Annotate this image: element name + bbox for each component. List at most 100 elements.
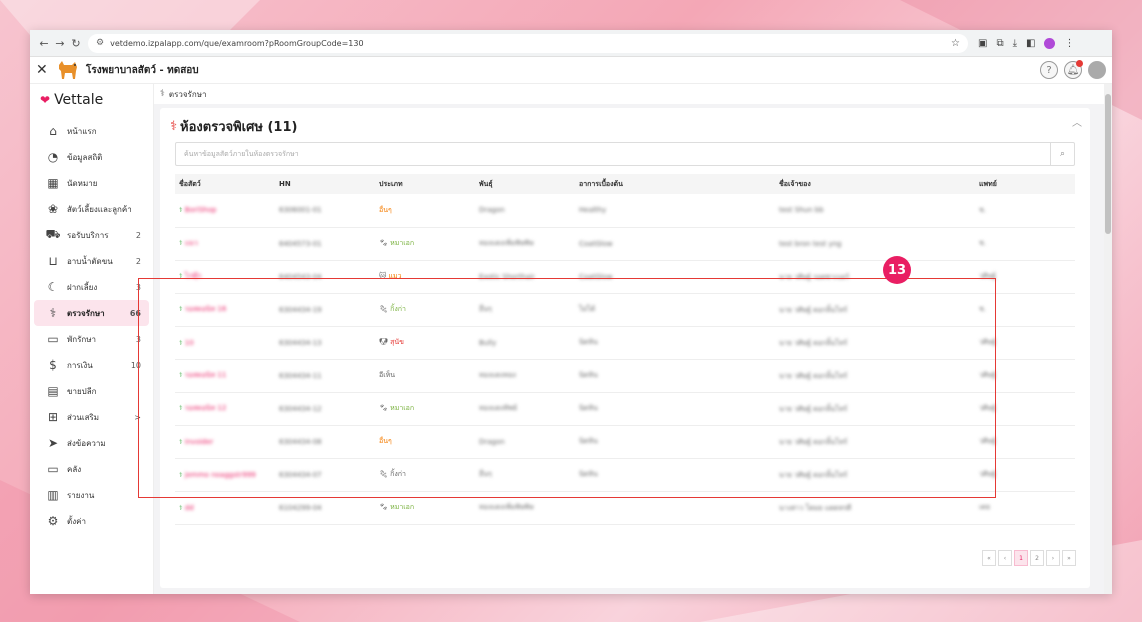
type-cell-text: หมาเอก [390, 503, 415, 511]
sidebar-item[interactable]: ▦ นัดหมาย [34, 170, 149, 196]
sidebar-item-label: ขายปลีก [67, 386, 97, 396]
symptom-cell: Healthy [575, 194, 775, 228]
collapse-icon[interactable]: ︿ [1072, 114, 1082, 129]
forward-icon[interactable]: → [52, 37, 68, 50]
scrollbar[interactable] [1104, 84, 1112, 594]
help-icon[interactable]: ? [1040, 61, 1058, 79]
paw-icon: ❀ [47, 202, 59, 216]
pet-name-cell[interactable]: ⚕ BoriShop [175, 194, 275, 228]
settings-icon: ⚙ [47, 514, 59, 528]
address-bar[interactable]: ⚙ vetdemo.izpalapp.com/que/examroom?pRoo… [88, 33, 968, 53]
doctor-cell-text: ช. [979, 239, 986, 247]
profile-icon[interactable] [1044, 37, 1056, 49]
hn-cell: 6306001-01 [275, 194, 375, 228]
sidebar-item[interactable]: ⚙ ตั้งค่า [34, 508, 149, 534]
car-icon: ⛟ [45, 227, 61, 241]
doctor-cell-text: ช. [979, 205, 986, 214]
sidebar-item-count: 2 [135, 256, 141, 266]
sidebar-item-label: ข้อมูลสถิติ [67, 152, 103, 162]
hn-cell-text: 6404573-01 [279, 239, 322, 248]
page-button[interactable]: 1 [1014, 550, 1028, 566]
breed-cell-text: Dragon [479, 206, 505, 215]
sidebar-item[interactable]: $ การเงิน 10 [34, 352, 149, 378]
sidebar-item[interactable]: ⚕ ตรวจรักษา 66 [34, 300, 149, 326]
scrollbar-thumb[interactable] [1105, 94, 1111, 234]
page-button[interactable]: 2 [1030, 550, 1044, 566]
search-icon[interactable]: ⌕ [1050, 143, 1074, 165]
sidebar-item[interactable]: ▥ รายงาน [34, 482, 149, 508]
symptom-cell-text: CoatGlow [579, 239, 613, 248]
sidebar-item[interactable]: ➤ ส่งข้อความ [34, 430, 149, 456]
page-button[interactable]: » [1062, 550, 1076, 566]
menu-icon[interactable]: ⋮ [1064, 38, 1074, 49]
table-row[interactable]: ⚕ แมว 6404573-01 🐾︎ หมาเอก ทองแดงเพิ่มพิษพิษ… [175, 227, 1075, 261]
search-input[interactable]: ค้นหาข้อมูลสัตว์ภายในห้องตรวจรักษา ⌕ [175, 142, 1075, 166]
owner-cell-text: นางสาว โดมย แดดหรดี [779, 503, 852, 512]
sidebar-item[interactable]: ⊔ อาบน้ำตัดขน 2 [34, 248, 149, 274]
symptom-cell-text: Healthy [579, 206, 607, 215]
pagination: «‹ 1 2 ›» [982, 550, 1076, 566]
page-button[interactable]: › [1046, 550, 1060, 566]
highlight-box [138, 278, 996, 498]
bookmark-star-icon[interactable]: ☆ [951, 38, 960, 49]
avatar[interactable] [1088, 61, 1106, 79]
sidebar-item[interactable]: ☾ ฝากเลี้ยง 3 [34, 274, 149, 300]
column-header: พันธุ์ [475, 174, 575, 194]
card-title-text: ห้องตรวจพิเศษ (11) [180, 120, 298, 135]
type-cell: อื่นๆ [375, 194, 475, 228]
notification-badge [1076, 60, 1083, 67]
brand-heart-icon: ❤ [40, 93, 51, 107]
owner-cell: test Shun bb [775, 194, 975, 228]
sidepanel-icon[interactable]: ◧ [1026, 38, 1035, 49]
sidebar-item[interactable]: ▭ พักรักษา 3 [34, 326, 149, 352]
site-info-icon[interactable]: ⚙ [96, 38, 104, 48]
breadcrumb: ⚕ ตรวจรักษา [154, 84, 1112, 104]
owner-cell-text: test Shun bb [779, 206, 824, 215]
app-header: ✕ โรงพยาบาลสัตว์ - ทดสอบ ? 🔔︎ [30, 57, 1112, 84]
brand-name: Vettale [54, 92, 104, 108]
sidebar-item[interactable]: ⌂ หน้าแรก [34, 118, 149, 144]
sidebar-item[interactable]: ⊞ ส่วนเสริม > [34, 404, 149, 430]
sidebar-item-label: รายงาน [67, 490, 95, 500]
type-cell-text: อื่นๆ [379, 205, 392, 214]
breed-cell: Dragon [475, 194, 575, 228]
search-placeholder: ค้นหาข้อมูลสัตว์ภายในห้องตรวจรักษา [184, 149, 299, 158]
sidebar-item[interactable]: ◔ ข้อมูลสถิติ [34, 144, 149, 170]
sidebar-item-label: สัตว์เลี้ยงและลูกค้า [67, 204, 132, 214]
sidebar-item-label: ส่งข้อความ [67, 438, 106, 448]
breed-cell-text: ทองแดงเพิ่มพิษพิษ [479, 503, 534, 511]
sidebar-item[interactable]: ⛟ รอรับบริการ 2 [34, 222, 149, 248]
owner-cell: test bron test yng [775, 227, 975, 261]
extensions-icon[interactable]: ⧉ [996, 38, 1003, 49]
home-icon: ⌂ [49, 124, 57, 138]
pet-name[interactable]: BoriShop [185, 206, 217, 214]
moon-icon: ☾ [47, 280, 59, 294]
sidebar-item-label: ส่วนเสริม [67, 412, 100, 422]
sidebar: ❤ Vettale ⌂ หน้าแรก ◔ ข้อมูลสถิติ ▦ นัดหมาย ❀ ส… [30, 84, 154, 594]
pet-name-cell[interactable]: ⚕ แมว [175, 227, 275, 261]
cast-icon[interactable]: ▣ [978, 38, 987, 49]
calendar-icon: ▦ [47, 176, 59, 190]
page-button[interactable]: « [982, 550, 996, 566]
hn-cell-text: 6306001-01 [279, 206, 322, 215]
table-row[interactable]: ⚕ BoriShop 6306001-01 อื่นๆ Dragon Healthy tes… [175, 194, 1075, 228]
app-title: โรงพยาบาลสัตว์ - ทดสอบ [86, 64, 199, 76]
sidebar-item[interactable]: ▭ คลัง [34, 456, 149, 482]
pet-name[interactable]: แมว [185, 239, 198, 247]
sidebar-item-label: การเงิน [67, 360, 93, 370]
bell-icon[interactable]: 🔔︎ [1064, 60, 1083, 79]
column-header: อาการเบื้องต้น [575, 174, 775, 194]
reload-icon[interactable]: ↻ [68, 37, 84, 50]
page-button[interactable]: ‹ [998, 550, 1012, 566]
download-icon[interactable]: ⤓ [1013, 38, 1017, 49]
pet-name[interactable]: dd [185, 504, 194, 512]
column-header: HN [275, 174, 375, 194]
sidebar-item[interactable]: ▤ ขายปลีก [34, 378, 149, 404]
sidebar-item-label: พักรักษา [67, 334, 97, 344]
sidebar-item[interactable]: ❀ สัตว์เลี้ยงและลูกค้า [34, 196, 149, 222]
close-icon[interactable]: ✕ [36, 62, 54, 78]
hn-cell: 6404573-01 [275, 227, 375, 261]
animal-type-icon: 🐾︎ [379, 503, 391, 511]
stethoscope-icon: ⚕ [179, 206, 183, 215]
back-icon[interactable]: ← [36, 37, 52, 50]
